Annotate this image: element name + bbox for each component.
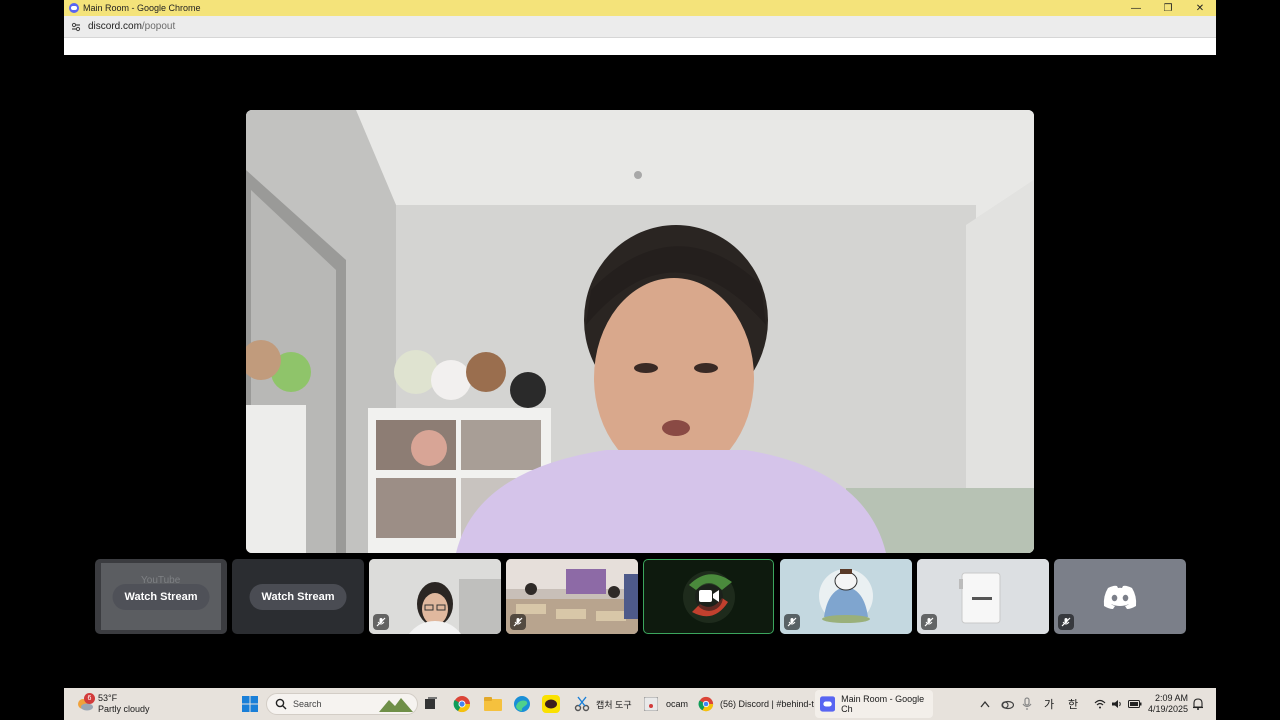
- folder-icon: [484, 697, 502, 711]
- main-video-feed[interactable]: [246, 110, 1034, 553]
- battery-icon: [1128, 700, 1142, 708]
- camera-off-tile[interactable]: [643, 559, 774, 634]
- app-label: (56) Discord | #behind-t: [720, 699, 814, 709]
- restore-button[interactable]: ❐: [1152, 0, 1184, 16]
- stream-tile[interactable]: YouTube Watch Stream: [95, 559, 227, 634]
- search-icon: [275, 698, 287, 710]
- weather-temp: 53°F: [98, 693, 118, 703]
- title-bar: Main Room - Google Chrome — ❐ ✕: [64, 0, 1216, 16]
- notifications-button[interactable]: [1192, 688, 1204, 720]
- avatar-tile[interactable]: [1054, 559, 1186, 634]
- windows-icon: [242, 696, 258, 712]
- search-highlight-icon: [379, 698, 413, 712]
- chrome-icon: [698, 696, 714, 712]
- tray-mic[interactable]: [1022, 688, 1032, 720]
- ime-mode-label: 가: [1044, 699, 1055, 711]
- taskbar: 6 53°F Partly cloudy Search 캡처 도구 ocam (…: [64, 688, 1216, 720]
- avatar-tile[interactable]: [780, 559, 912, 634]
- scissors-icon: [574, 696, 590, 712]
- edge-button[interactable]: [513, 688, 531, 720]
- close-button[interactable]: ✕: [1184, 0, 1216, 16]
- page-top-strip: [64, 38, 1216, 55]
- camera-tile[interactable]: [506, 559, 638, 634]
- app-label: Main Room - Google Ch: [841, 694, 925, 714]
- clock[interactable]: 2:09 AM 4/19/2025: [1147, 688, 1188, 720]
- taskbar-app-snipping[interactable]: 캡처 도구: [574, 688, 632, 720]
- bell-icon: [1193, 698, 1203, 710]
- tray-cloud[interactable]: [1000, 688, 1014, 720]
- chrome-taskbar-icon[interactable]: [453, 688, 471, 720]
- weather-description: Partly cloudy: [98, 704, 150, 714]
- minimize-button[interactable]: —: [1120, 0, 1152, 16]
- discord-app-icon: [820, 696, 836, 712]
- app-label: 캡처 도구: [596, 699, 632, 710]
- task-view-icon: [425, 697, 437, 709]
- taskbar-app-main-room[interactable]: Main Room - Google Ch: [815, 690, 933, 718]
- muted-mic-icon: [510, 614, 526, 630]
- ime-language-button[interactable]: 한: [1068, 688, 1078, 720]
- tray-overflow-button[interactable]: [980, 688, 990, 720]
- start-button[interactable]: [242, 688, 258, 720]
- browser-window: Main Room - Google Chrome — ❐ ✕ discord.…: [64, 0, 1216, 688]
- weather-badge: 6: [84, 693, 95, 704]
- task-view-button[interactable]: [424, 688, 438, 720]
- ime-language-label: 한: [1068, 699, 1079, 711]
- kakaotalk-button[interactable]: [542, 688, 560, 720]
- tray-network-volume-battery[interactable]: [1094, 688, 1142, 720]
- microphone-icon: [1022, 697, 1032, 710]
- chevron-up-icon: [980, 700, 990, 708]
- avatar-tile[interactable]: [917, 559, 1049, 634]
- address-bar[interactable]: discord.com/popout: [64, 16, 1216, 38]
- url-path: /popout: [141, 21, 176, 32]
- edge-icon: [514, 696, 530, 712]
- search-placeholder: Search: [293, 699, 322, 709]
- muted-mic-icon: [373, 614, 389, 630]
- watch-stream-button[interactable]: Watch Stream: [249, 583, 347, 610]
- taskbar-app-ocam[interactable]: ocam: [644, 688, 688, 720]
- onedrive-icon: [1001, 700, 1014, 710]
- clock-time: 2:09 AM: [1154, 693, 1188, 703]
- url-domain: discord.com: [88, 21, 142, 32]
- chrome-icon: [453, 696, 471, 713]
- ocam-icon: [644, 697, 658, 711]
- camera-tile[interactable]: [369, 559, 501, 634]
- file-explorer-button[interactable]: [484, 688, 502, 720]
- discord-logo-icon: [1102, 584, 1138, 615]
- muted-mic-icon: [784, 614, 800, 630]
- screen: Main Room - Google Chrome — ❐ ✕ discord.…: [0, 0, 1280, 720]
- window-controls: — ❐ ✕: [1120, 0, 1216, 16]
- kakaotalk-icon: [542, 695, 560, 713]
- volume-icon: [1112, 700, 1121, 708]
- taskbar-app-discord-chrome[interactable]: (56) Discord | #behind-t: [698, 688, 814, 720]
- muted-mic-icon: [1058, 614, 1074, 630]
- weather-icon: 6: [76, 693, 95, 713]
- camera-off-icon: [699, 589, 719, 608]
- taskbar-search[interactable]: Search: [266, 693, 418, 715]
- window-title: Main Room - Google Chrome: [83, 3, 201, 13]
- ime-mode-button[interactable]: 가: [1044, 688, 1054, 720]
- app-label: ocam: [666, 699, 689, 709]
- video-frame-image: [246, 110, 1034, 553]
- wifi-icon: [1094, 699, 1106, 709]
- muted-mic-icon: [921, 614, 937, 630]
- stream-tile[interactable]: Watch Stream: [232, 559, 364, 634]
- weather-widget[interactable]: 6 53°F Partly cloudy: [76, 688, 150, 720]
- clock-date: 4/19/2025: [1147, 704, 1188, 714]
- discord-icon: [69, 3, 79, 13]
- watch-stream-button[interactable]: Watch Stream: [112, 583, 210, 610]
- site-info-icon[interactable]: [68, 19, 84, 35]
